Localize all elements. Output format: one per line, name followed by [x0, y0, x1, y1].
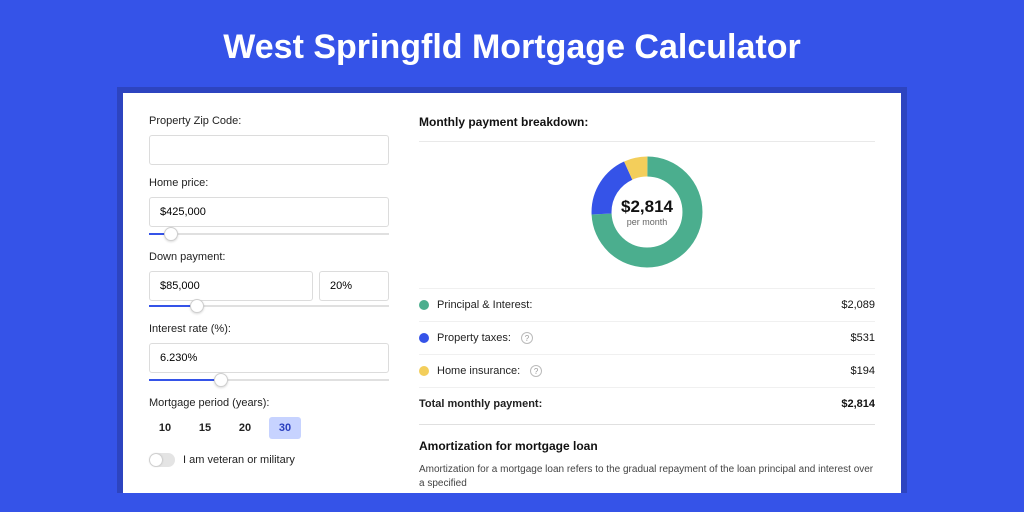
legend-row-total: Total monthly payment: $2,814 [419, 387, 875, 420]
breakdown-column: Monthly payment breakdown: $2,814 per mo… [419, 115, 875, 471]
period-options: 10 15 20 30 [149, 417, 389, 439]
legend-label-principal: Principal & Interest: [437, 299, 532, 311]
interest-rate-label: Interest rate (%): [149, 323, 389, 335]
veteran-toggle-row: I am veteran or military [149, 453, 389, 467]
legend-label-taxes: Property taxes: [437, 332, 511, 344]
legend-label-insurance: Home insurance: [437, 365, 520, 377]
legend-value-insurance: $194 [851, 365, 875, 377]
period-option-30[interactable]: 30 [269, 417, 301, 439]
legend-row-principal: Principal & Interest: $2,089 [419, 288, 875, 321]
panel-shadow: Property Zip Code: Home price: Down paym… [117, 87, 907, 493]
dot-icon [419, 366, 429, 376]
down-payment-input[interactable] [149, 271, 313, 301]
breakdown-title: Monthly payment breakdown: [419, 115, 875, 142]
period-label: Mortgage period (years): [149, 397, 389, 409]
zip-label: Property Zip Code: [149, 115, 389, 127]
legend-total-label: Total monthly payment: [419, 398, 542, 410]
legend-total-value: $2,814 [841, 398, 875, 410]
home-price-slider[interactable] [149, 229, 389, 241]
amortization-body: Amortization for a mortgage loan refers … [419, 463, 875, 491]
legend-value-principal: $2,089 [841, 299, 875, 311]
home-price-label: Home price: [149, 177, 389, 189]
interest-rate-slider[interactable] [149, 375, 389, 387]
zip-input[interactable] [149, 135, 389, 165]
period-option-10[interactable]: 10 [149, 417, 181, 439]
donut-chart: $2,814 per month [587, 152, 707, 272]
home-price-slider-thumb[interactable] [164, 227, 178, 241]
donut-wrap: $2,814 per month [419, 152, 875, 272]
page-title: West Springfld Mortgage Calculator [0, 0, 1024, 87]
donut-amount: $2,814 [621, 197, 673, 217]
calculator-panel: Property Zip Code: Home price: Down paym… [123, 93, 901, 493]
interest-rate-input[interactable] [149, 343, 389, 373]
donut-center: $2,814 per month [587, 152, 707, 272]
period-option-20[interactable]: 20 [229, 417, 261, 439]
legend-value-taxes: $531 [851, 332, 875, 344]
legend-row-taxes: Property taxes: ? $531 [419, 321, 875, 354]
info-icon[interactable]: ? [521, 332, 533, 344]
dot-icon [419, 333, 429, 343]
toggle-knob-icon [150, 454, 162, 466]
legend-row-insurance: Home insurance: ? $194 [419, 354, 875, 387]
down-payment-pct-input[interactable] [319, 271, 389, 301]
home-price-input[interactable] [149, 197, 389, 227]
interest-rate-slider-fill [149, 379, 221, 381]
donut-sub: per month [627, 217, 668, 227]
info-icon[interactable]: ? [530, 365, 542, 377]
amortization-title: Amortization for mortgage loan [419, 424, 875, 453]
dot-icon [419, 300, 429, 310]
down-payment-slider-thumb[interactable] [190, 299, 204, 313]
period-option-15[interactable]: 15 [189, 417, 221, 439]
input-column: Property Zip Code: Home price: Down paym… [149, 115, 389, 471]
interest-rate-slider-thumb[interactable] [214, 373, 228, 387]
veteran-toggle-label: I am veteran or military [183, 454, 295, 466]
down-payment-label: Down payment: [149, 251, 389, 263]
down-payment-slider[interactable] [149, 301, 389, 313]
veteran-toggle[interactable] [149, 453, 175, 467]
